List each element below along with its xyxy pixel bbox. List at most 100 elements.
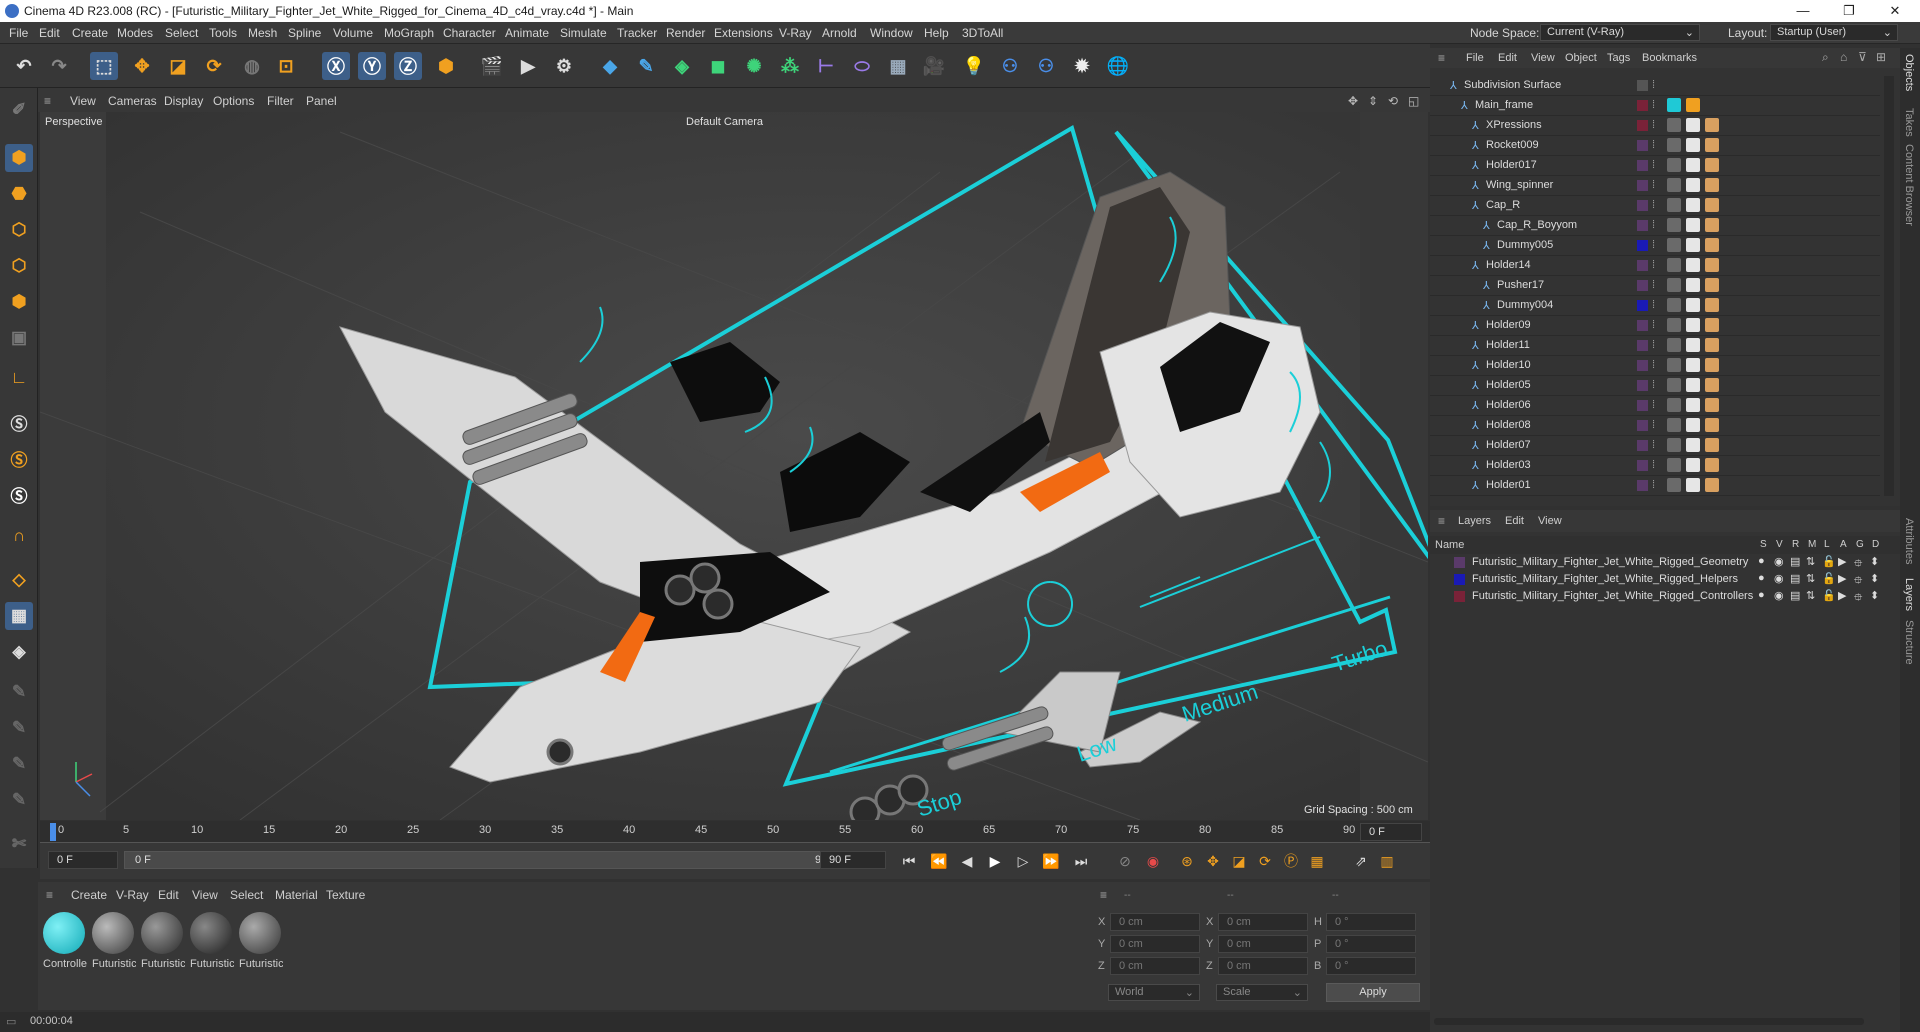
- brush-icon[interactable]: ✎: [5, 750, 33, 778]
- size-y-field[interactable]: 0 cm: [1218, 935, 1308, 953]
- layer-color-swatch[interactable]: [1637, 240, 1648, 251]
- object-row[interactable]: ⅄ Holder14 ⁞: [1430, 256, 1880, 276]
- rotate-tool-icon[interactable]: ⟳: [200, 52, 228, 80]
- visibility-dots-icon[interactable]: ⁞: [1652, 379, 1655, 391]
- new-view-icon[interactable]: ⊞: [1876, 50, 1886, 64]
- object-tag-icon[interactable]: [1686, 298, 1700, 312]
- autokey-icon[interactable]: ⊛: [1176, 850, 1198, 872]
- object-tag-icon[interactable]: [1705, 198, 1719, 212]
- deformer-icon[interactable]: ⊢: [812, 52, 840, 80]
- object-tag-icon[interactable]: [1667, 398, 1681, 412]
- render-region-icon[interactable]: 🎬: [478, 52, 506, 80]
- object-name[interactable]: Holder08: [1486, 419, 1531, 431]
- mat-menu-material[interactable]: Material: [275, 888, 318, 902]
- mat-menu-view[interactable]: View: [192, 888, 218, 902]
- tab-content-browser[interactable]: Content Browser: [1903, 144, 1915, 226]
- material-swatch[interactable]: [141, 912, 183, 954]
- object-name[interactable]: Holder06: [1486, 399, 1531, 411]
- cloner-icon[interactable]: ✺: [740, 52, 768, 80]
- visibility-dots-icon[interactable]: ⁞: [1652, 199, 1655, 211]
- object-name[interactable]: Pusher17: [1497, 279, 1544, 291]
- layer-color-swatch[interactable]: [1637, 120, 1648, 131]
- hamburger-icon[interactable]: ≡: [1438, 514, 1445, 528]
- object-tag-icon[interactable]: [1705, 258, 1719, 272]
- prev-key-icon[interactable]: ⏪: [928, 850, 950, 872]
- manager-icon[interactable]: ⇅: [1806, 572, 1815, 585]
- layer-color-swatch[interactable]: [1637, 480, 1648, 491]
- layer-row[interactable]: Futuristic_Military_Fighter_Jet_White_Ri…: [1430, 588, 1890, 605]
- tab-takes[interactable]: Takes: [1903, 108, 1915, 137]
- extrude-icon[interactable]: ◼: [704, 52, 732, 80]
- layer-color-swatch[interactable]: [1637, 440, 1648, 451]
- mat-menu-vray[interactable]: V-Ray: [116, 888, 149, 902]
- visibility-dots-icon[interactable]: ⁞: [1652, 459, 1655, 471]
- model-mode-icon[interactable]: ⬢: [5, 144, 33, 172]
- layer-name[interactable]: Futuristic_Military_Fighter_Jet_White_Ri…: [1472, 590, 1753, 602]
- magnet-icon[interactable]: ∩: [5, 522, 33, 550]
- om-menu-edit[interactable]: Edit: [1498, 52, 1517, 64]
- layers-menu-edit[interactable]: Edit: [1505, 515, 1524, 527]
- scale-tool-icon[interactable]: ◪: [164, 52, 192, 80]
- object-tag-icon[interactable]: [1667, 198, 1681, 212]
- points-mode-icon[interactable]: ⬡: [5, 216, 33, 244]
- range-slider[interactable]: 0 F 90 F: [124, 851, 844, 869]
- render-icon[interactable]: ▤: [1790, 555, 1800, 568]
- object-row[interactable]: ⅄ Holder07 ⁞: [1430, 436, 1880, 456]
- next-key-icon[interactable]: ⏩: [1040, 850, 1062, 872]
- object-tag-icon[interactable]: [1705, 458, 1719, 472]
- menu-render[interactable]: Render: [666, 26, 705, 40]
- object-row[interactable]: ⅄ Holder06 ⁞: [1430, 396, 1880, 416]
- pan-icon[interactable]: ✥: [1348, 94, 1358, 108]
- close-icon[interactable]: ✕: [1872, 0, 1918, 22]
- lock-icon[interactable]: 🔓: [1822, 555, 1836, 568]
- sculpt-icon[interactable]: ✎: [5, 714, 33, 742]
- tab-attributes[interactable]: Attributes: [1903, 518, 1915, 564]
- play-icon[interactable]: ▶: [984, 850, 1006, 872]
- polygons-mode-icon[interactable]: ⬢: [5, 288, 33, 316]
- layer-color-swatch[interactable]: [1637, 460, 1648, 471]
- knife-icon[interactable]: ✄: [5, 830, 33, 858]
- object-tag-icon[interactable]: [1686, 438, 1700, 452]
- layout-dropdown[interactable]: Startup (User) ⌄: [1770, 24, 1898, 41]
- node-space-dropdown[interactable]: Current (V-Ray) ⌄: [1540, 24, 1700, 41]
- object-name[interactable]: Holder14: [1486, 259, 1531, 271]
- rot-h-field[interactable]: 0 °: [1326, 913, 1416, 931]
- x-axis-icon[interactable]: Ⓧ: [322, 52, 350, 80]
- object-name[interactable]: Holder07: [1486, 439, 1531, 451]
- object-tag-icon[interactable]: [1705, 178, 1719, 192]
- pos-x-field[interactable]: 0 cm: [1110, 913, 1200, 931]
- object-row[interactable]: ⅄ Holder08 ⁞: [1430, 416, 1880, 436]
- layer-color-swatch[interactable]: [1637, 360, 1648, 371]
- visibility-dots-icon[interactable]: ⁞: [1652, 139, 1655, 151]
- object-row[interactable]: ⅄ Holder05 ⁞: [1430, 376, 1880, 396]
- menu-arnold[interactable]: Arnold: [822, 26, 857, 40]
- manager-icon[interactable]: ⇅: [1806, 589, 1815, 602]
- y-axis-icon[interactable]: Ⓨ: [358, 52, 386, 80]
- menu-character[interactable]: Character: [443, 26, 496, 40]
- object-tag-icon[interactable]: [1686, 198, 1700, 212]
- layer-color-swatch[interactable]: [1637, 80, 1648, 91]
- visibility-dots-icon[interactable]: ⁞: [1652, 179, 1655, 191]
- om-menu-bookmarks[interactable]: Bookmarks: [1642, 52, 1697, 64]
- timeline-settings-icon[interactable]: ▥: [1376, 850, 1398, 872]
- snap-settings-icon[interactable]: Ⓢ: [5, 444, 33, 472]
- hamburger-icon[interactable]: ≡: [1438, 51, 1445, 65]
- object-tag-icon[interactable]: [1667, 138, 1681, 152]
- object-tag-icon[interactable]: [1686, 218, 1700, 232]
- layer-color-swatch[interactable]: [1454, 591, 1465, 602]
- pen-icon[interactable]: ✎: [632, 52, 660, 80]
- object-tag-icon[interactable]: [1705, 358, 1719, 372]
- layers-menu-view[interactable]: View: [1538, 515, 1562, 527]
- axis-mode-icon[interactable]: ∟: [5, 364, 33, 392]
- hamburger-icon[interactable]: ≡: [44, 94, 51, 108]
- object-name[interactable]: Holder03: [1486, 459, 1531, 471]
- object-name[interactable]: Holder11: [1486, 339, 1530, 351]
- grid-icon[interactable]: ▦: [5, 602, 33, 630]
- menu-file[interactable]: File: [9, 26, 28, 40]
- camera-icon[interactable]: 🎥: [920, 52, 948, 80]
- pos-y-field[interactable]: 0 cm: [1110, 935, 1200, 953]
- object-tag-icon[interactable]: [1705, 118, 1719, 132]
- object-name[interactable]: Cap_R: [1486, 199, 1520, 211]
- layer-color-swatch[interactable]: [1637, 300, 1648, 311]
- object-tag-icon[interactable]: [1705, 278, 1719, 292]
